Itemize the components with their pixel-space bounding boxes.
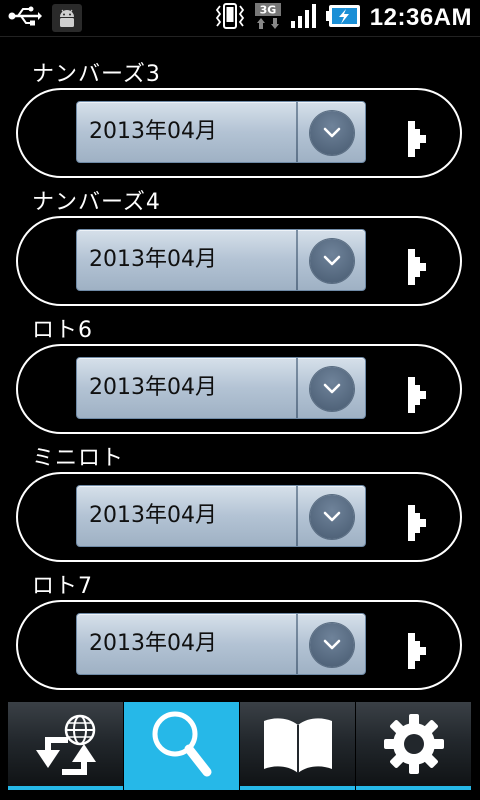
spinner-value: 2013年04月: [89, 247, 217, 272]
signal-icon: [290, 3, 318, 33]
go-arrow-icon[interactable]: [406, 121, 430, 157]
vibrate-icon: [214, 2, 246, 34]
spinner-divider: [296, 230, 298, 290]
month-spinner[interactable]: 2013年04月: [76, 357, 366, 419]
section-label: ミニロト: [32, 446, 125, 471]
status-bar: 3G 12:36AM: [0, 0, 480, 37]
month-spinner[interactable]: 2013年04月: [76, 229, 366, 291]
spinner-divider: [296, 102, 298, 162]
tab-indicator: [8, 786, 123, 790]
section-label: ロト7: [32, 574, 93, 599]
chevron-down-icon[interactable]: [310, 239, 354, 283]
spinner-divider: [296, 614, 298, 674]
section-capsule: 2013年04月: [16, 472, 462, 562]
tab-indicator: [356, 786, 471, 790]
globe-sync-icon: [28, 706, 104, 786]
section-capsule: 2013年04月: [16, 344, 462, 434]
month-spinner[interactable]: 2013年04月: [76, 101, 366, 163]
android-debug-icon: [52, 4, 82, 32]
spinner-value: 2013年04月: [89, 503, 217, 528]
gear-icon: [379, 709, 449, 783]
usb-icon: [8, 5, 42, 31]
section-capsule: 2013年04月: [16, 88, 462, 178]
clock: 12:36AM: [369, 4, 472, 31]
spinner-value: 2013年04月: [89, 119, 217, 144]
search-icon: [147, 706, 217, 786]
svg-text:3G: 3G: [259, 4, 276, 17]
spinner-value: 2013年04月: [89, 631, 217, 656]
section-capsule: 2013年04月: [16, 600, 462, 690]
battery-charging-icon: [325, 3, 362, 33]
chevron-down-icon[interactable]: [310, 623, 354, 667]
go-arrow-icon[interactable]: [406, 505, 430, 541]
tab-settings[interactable]: [356, 702, 472, 790]
3g-data-icon: 3G: [254, 2, 282, 34]
go-arrow-icon[interactable]: [406, 377, 430, 413]
spinner-value: 2013年04月: [89, 375, 217, 400]
section-capsule: 2013年04月: [16, 216, 462, 306]
chevron-down-icon[interactable]: [310, 495, 354, 539]
chevron-down-icon[interactable]: [310, 367, 354, 411]
book-icon: [260, 709, 336, 783]
tab-book[interactable]: [240, 702, 356, 790]
spinner-divider: [296, 358, 298, 418]
go-arrow-icon[interactable]: [406, 633, 430, 669]
section-label: ナンバーズ3: [32, 62, 161, 87]
month-spinner[interactable]: 2013年04月: [76, 613, 366, 675]
tab-search[interactable]: [124, 702, 240, 790]
tab-sync[interactable]: [8, 702, 124, 790]
month-spinner[interactable]: 2013年04月: [76, 485, 366, 547]
section-label: ナンバーズ4: [32, 190, 161, 215]
tab-indicator: [240, 786, 355, 790]
section-label: ロト6: [32, 318, 93, 343]
go-arrow-icon[interactable]: [406, 249, 430, 285]
spinner-divider: [296, 486, 298, 546]
chevron-down-icon[interactable]: [310, 111, 354, 155]
bottom-tab-bar: [8, 702, 472, 790]
